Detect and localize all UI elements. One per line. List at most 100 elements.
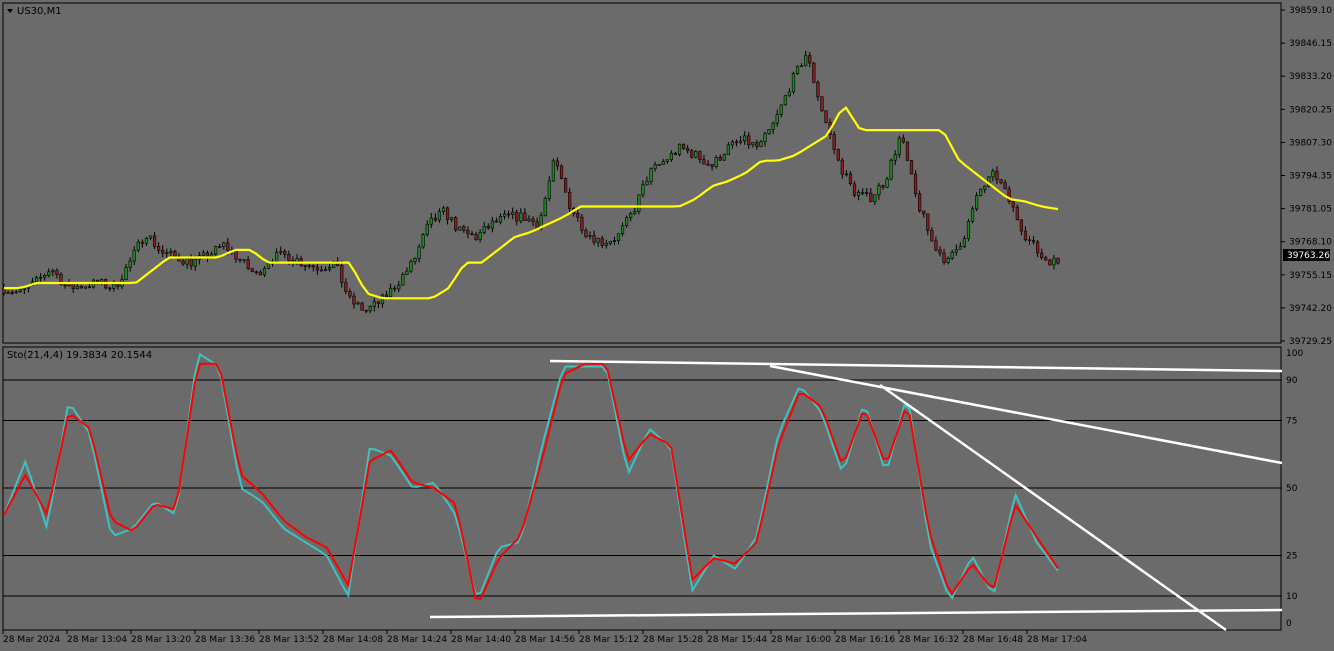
candle-body <box>861 192 865 194</box>
time-tick-label: 28 Mar 15:28 <box>643 635 703 645</box>
candle-body <box>258 271 262 276</box>
candle-body <box>1015 206 1019 221</box>
candle-body <box>193 259 197 267</box>
candle-body <box>1048 259 1052 266</box>
candle-body <box>181 260 185 265</box>
candle-body <box>771 122 775 130</box>
candle-body <box>75 285 79 289</box>
candle-body <box>79 285 83 289</box>
candle-body <box>649 168 653 182</box>
candle-body <box>848 173 853 184</box>
candle-body <box>368 306 372 312</box>
candle-body <box>340 265 344 283</box>
candle-body <box>214 246 218 255</box>
candle-body <box>869 192 873 203</box>
candle-body <box>417 246 421 259</box>
candle-body <box>311 265 315 268</box>
candle-body <box>625 217 629 226</box>
candle-body <box>543 198 547 216</box>
price-tick-label: 39820.25 <box>1289 105 1332 115</box>
candle-body <box>975 195 979 210</box>
candle-body <box>551 160 555 182</box>
candle-body <box>507 213 511 216</box>
candle-body <box>437 211 442 221</box>
candle-body <box>405 270 409 275</box>
candle-body <box>738 140 743 143</box>
stoch-tick-label: 90 <box>1286 376 1298 386</box>
candle-body <box>246 259 250 269</box>
candle-body <box>873 194 877 203</box>
candle-body <box>238 258 242 261</box>
candle-body <box>677 143 682 155</box>
candle-body <box>970 208 975 222</box>
candle-body <box>747 135 751 146</box>
candle-body <box>563 178 568 193</box>
candle-body <box>283 251 287 255</box>
candle-body <box>759 141 763 147</box>
candle-body <box>327 267 332 270</box>
candle-body <box>1003 182 1007 190</box>
candle-body <box>527 218 531 221</box>
time-tick-label: 28 Mar 15:44 <box>707 635 767 645</box>
candle-body <box>490 220 494 229</box>
candle-body <box>555 160 560 167</box>
candle-body <box>950 251 954 259</box>
candle-body <box>429 217 433 225</box>
candle-body <box>433 217 437 221</box>
candle-body <box>55 270 59 275</box>
candle-body <box>250 268 254 273</box>
price-panel[interactable] <box>2 2 1282 344</box>
price-tick-label: 39846.15 <box>1289 39 1332 49</box>
candle-body <box>287 254 291 261</box>
candle-body <box>946 257 950 263</box>
candle-body <box>161 249 165 254</box>
candle-body <box>800 65 804 68</box>
candle-body <box>132 249 136 262</box>
candle-body <box>930 230 934 242</box>
price-tick-label: 39768.10 <box>1289 238 1332 248</box>
candle-body <box>999 179 1003 184</box>
trading-chart[interactable]: 39859.10 39846.15 39833.20 39820.25 39807.30… <box>0 0 1334 651</box>
candle-body <box>22 287 26 290</box>
candle-body <box>718 157 722 161</box>
candle-body <box>372 301 376 307</box>
candle-body <box>185 258 189 265</box>
candle-body <box>755 142 759 147</box>
candle-body <box>653 164 657 169</box>
candle-body <box>596 238 600 243</box>
candle-body <box>812 62 816 83</box>
candle-body <box>645 181 649 186</box>
candle-body <box>1036 241 1040 254</box>
candle-body <box>690 150 694 158</box>
candle-body <box>140 241 144 244</box>
candle-body <box>389 287 393 298</box>
candle-body <box>942 252 946 263</box>
candle-body <box>682 143 686 149</box>
candle-body <box>816 82 820 98</box>
candle-body <box>580 216 584 231</box>
candle-body <box>767 129 771 135</box>
candle-body <box>991 170 995 178</box>
candle-body <box>319 269 324 272</box>
candle-body <box>112 283 116 289</box>
candle-body <box>535 221 539 229</box>
candle-body <box>279 251 283 253</box>
candle-body <box>791 73 796 93</box>
candle-body <box>804 55 808 67</box>
candle-body <box>83 286 87 289</box>
candle-body <box>201 252 206 256</box>
candle-body <box>242 259 246 261</box>
candle-body <box>836 149 840 161</box>
candle-body <box>808 55 812 64</box>
price-axis: 39859.10 39846.15 39833.20 39820.25 39807.30… <box>1281 6 1332 347</box>
candle-body <box>905 141 910 161</box>
candle-body <box>124 267 128 280</box>
stoch-tick-label: 50 <box>1286 484 1298 494</box>
candle-body <box>1011 201 1015 208</box>
time-axis: 28 Mar 2024 28 Mar 13:04 28 Mar 13:20 28 Ma… <box>2 630 1087 645</box>
candle-body <box>421 234 425 248</box>
candle-body <box>775 114 779 124</box>
candle-body <box>706 163 710 166</box>
candle-body <box>783 95 787 106</box>
candle-body <box>348 291 352 297</box>
